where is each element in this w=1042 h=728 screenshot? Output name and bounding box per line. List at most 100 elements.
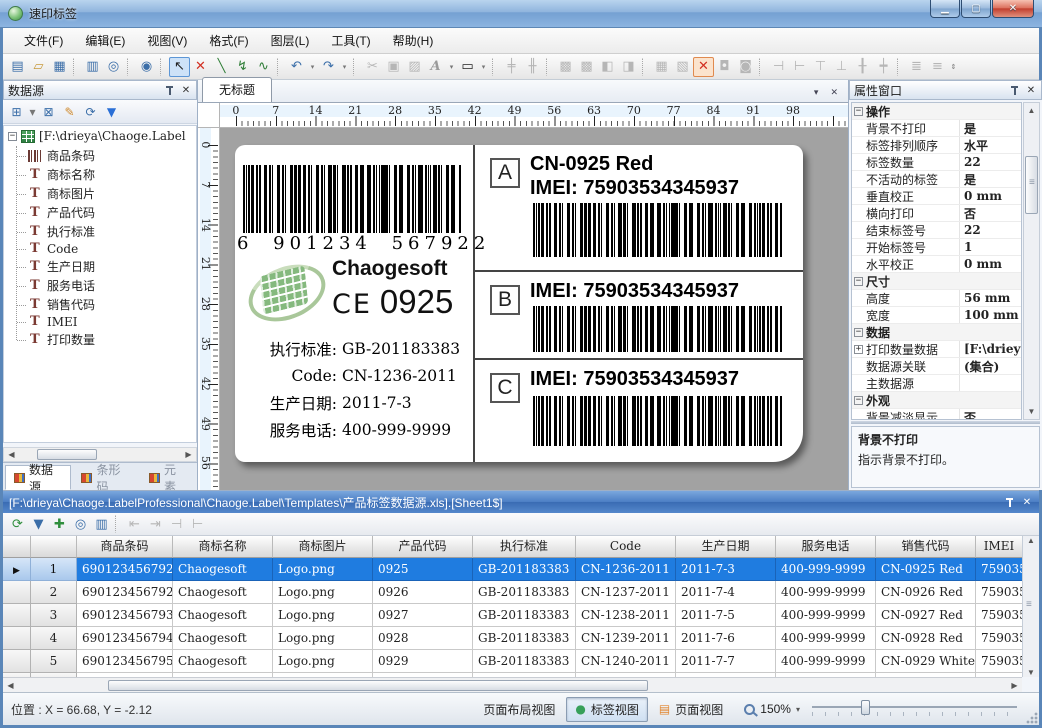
row-selector[interactable]	[3, 604, 31, 627]
pin-data-button[interactable]: ✚	[49, 514, 70, 534]
column-header[interactable]: IMEI	[976, 536, 1022, 558]
table-cell[interactable]: Chaogesoft	[173, 627, 273, 650]
table-cell[interactable]: CN-0927 Red	[876, 604, 976, 627]
menu-item[interactable]: 工具(T)	[320, 29, 381, 52]
pin-icon[interactable]	[1009, 85, 1020, 96]
datasource-field-item[interactable]: 商标图片	[14, 184, 196, 203]
column-header[interactable]: 销售代码	[876, 536, 976, 558]
row-number[interactable]: 2	[31, 581, 77, 604]
datasource-field-item[interactable]: 销售代码	[14, 295, 196, 314]
menu-item[interactable]: 图层(L)	[260, 29, 321, 52]
scroll-thumb[interactable]	[1025, 549, 1038, 601]
label-info-line[interactable]: 服务电话: 400-999-9999	[235, 416, 473, 443]
table-cell[interactable]: 400-999-9999	[776, 650, 876, 673]
table-cell[interactable]: Logo.png	[273, 558, 373, 581]
row-number[interactable]: 5	[31, 650, 77, 673]
page-layout-view-button[interactable]: ▦ 页面布局视图	[474, 697, 564, 722]
print-button[interactable]: ▥	[82, 57, 103, 77]
table-cell[interactable]: 0925	[373, 558, 473, 581]
document-tab[interactable]: 无标题	[202, 77, 272, 102]
filter-datasource-button[interactable]: ▼	[101, 102, 122, 122]
expand-icon[interactable]	[854, 311, 863, 320]
redo-dropdown[interactable]: ▾	[339, 57, 350, 77]
zoom-dropdown-icon[interactable]: ▾	[796, 705, 800, 714]
table-row[interactable]: 2 690123456792 Chaogesoft Logo.png 0926 …	[3, 581, 1022, 604]
center-horizontal-button[interactable]: ┿	[873, 57, 894, 77]
table-cell[interactable]: 400-999-9999	[776, 627, 876, 650]
column-header[interactable]: 生产日期	[676, 536, 776, 558]
tab-list-dropdown-icon[interactable]: ▾	[808, 87, 825, 102]
zoom-control[interactable]: 150% ▾	[740, 702, 804, 716]
panel-tab[interactable]: 数据源	[5, 465, 71, 490]
collapse-icon[interactable]: −	[8, 132, 17, 141]
preview-data-button[interactable]: ◎	[70, 514, 91, 534]
table-cell[interactable]: 2011-7-7	[676, 650, 776, 673]
property-grid-scrollbar[interactable]: ▲ ▼	[1023, 102, 1040, 420]
table-cell[interactable]: Logo.png	[273, 650, 373, 673]
send-backward-button[interactable]: ◨	[618, 57, 639, 77]
menu-item[interactable]: 文件(F)	[13, 29, 74, 52]
property-value[interactable]: 水平	[960, 137, 1021, 154]
resize-grip[interactable]	[1025, 711, 1038, 724]
cut-button[interactable]: ✂	[362, 57, 383, 77]
datasource-field-item[interactable]: 商品条码	[14, 146, 196, 165]
label-info-line[interactable]: Code: CN-1236-2011	[235, 362, 473, 389]
new-document-button[interactable]: ▤	[7, 57, 28, 77]
zoom-level[interactable]: 150%	[760, 702, 791, 716]
brand-name-text[interactable]: Chaogesoft	[332, 257, 448, 281]
remove-datasource-button[interactable]: ⊠	[38, 102, 59, 122]
slider-thumb[interactable]	[861, 700, 870, 715]
datasource-field-item[interactable]: IMEI	[14, 314, 196, 330]
panel-tab[interactable]: 条形码	[72, 465, 138, 490]
delete-button[interactable]: ✕	[190, 57, 211, 77]
expand-columns-button[interactable]: ⊢	[187, 514, 208, 534]
close-icon[interactable]: ✕	[1025, 85, 1037, 96]
scroll-up-icon[interactable]: ▲	[1024, 536, 1039, 545]
table-cell[interactable]: 400-999-9999	[776, 604, 876, 627]
undo-button[interactable]: ↶	[286, 57, 307, 77]
fit-column-button[interactable]: ⇤	[124, 514, 145, 534]
add-datasource-button[interactable]: ⊞	[6, 102, 27, 122]
redo-button[interactable]: ↷	[318, 57, 339, 77]
table-cell[interactable]: Logo.png	[273, 604, 373, 627]
label-section-b[interactable]: B IMEI: 75903534345937	[475, 270, 803, 358]
align-top-button[interactable]: ⊤	[810, 57, 831, 77]
table-cell[interactable]: Logo.png	[273, 627, 373, 650]
datasource-field-item[interactable]: 商标名称	[14, 165, 196, 184]
collapse-columns-button[interactable]: ⊣	[166, 514, 187, 534]
menu-item[interactable]: 编辑(E)	[74, 29, 136, 52]
table-cell[interactable]: GB-201183383	[473, 650, 576, 673]
row-number[interactable]: 4	[31, 627, 77, 650]
datasource-field-item[interactable]: 执行标准	[14, 222, 196, 241]
datasource-field-item[interactable]: 产品代码	[14, 203, 196, 222]
help-button[interactable]: ◉	[136, 57, 157, 77]
table-cell[interactable]: 759035	[976, 650, 1022, 673]
scroll-thumb[interactable]	[1025, 156, 1038, 214]
imei-barcode[interactable]	[533, 396, 783, 446]
property-value[interactable]: 0 mm	[960, 189, 1021, 203]
lock-button[interactable]: ◘	[714, 57, 735, 77]
expand-icon[interactable]	[854, 175, 863, 184]
table-cell[interactable]: CN-1239-2011	[576, 627, 676, 650]
property-value[interactable]: (集合)	[960, 358, 1021, 375]
distribute-vertical-button[interactable]: ≡	[927, 57, 948, 77]
expand-icon[interactable]: −	[854, 396, 863, 405]
align-bottom-button[interactable]: ⊥	[831, 57, 852, 77]
property-value[interactable]: 是	[960, 171, 1021, 188]
table-vscrollbar[interactable]: ▲ ▼	[1022, 536, 1039, 677]
close-icon[interactable]: ✕	[1021, 497, 1033, 508]
table-cell[interactable]: CN-1236-2011	[576, 558, 676, 581]
column-header[interactable]: 服务电话	[776, 536, 876, 558]
line-tool-button[interactable]: ╲	[211, 57, 232, 77]
align-right-button[interactable]: ⊢	[789, 57, 810, 77]
expand-icon[interactable]	[854, 260, 863, 269]
pin-icon[interactable]	[1004, 497, 1015, 508]
print-preview-button[interactable]: ◎	[103, 57, 124, 77]
property-value[interactable]: 100 mm	[960, 308, 1021, 322]
column-header[interactable]: 商标图片	[273, 536, 373, 558]
expand-icon[interactable]	[854, 243, 863, 252]
minimize-button[interactable]: ▁	[930, 0, 960, 18]
label-view-button[interactable]: ● 标签视图	[566, 697, 648, 722]
scroll-left-icon[interactable]: ◀	[4, 450, 19, 459]
center-vertical-button[interactable]: ╂	[852, 57, 873, 77]
